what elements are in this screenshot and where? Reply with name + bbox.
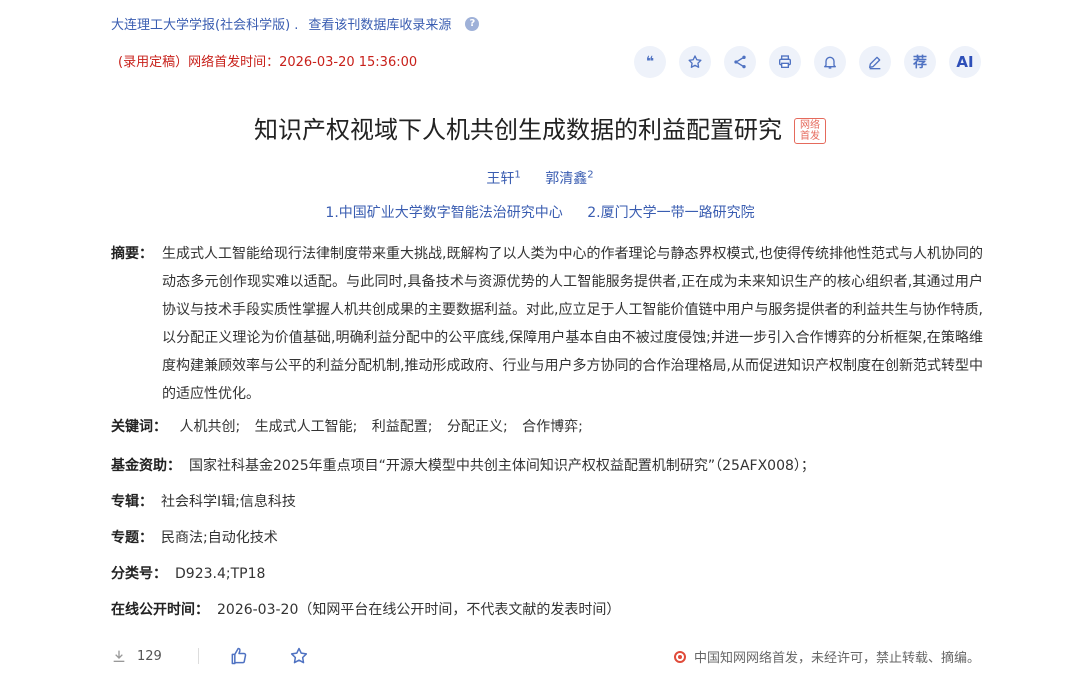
keyword-link[interactable]: 合作博弈; xyxy=(522,419,583,435)
favorite-button[interactable] xyxy=(679,46,711,78)
quote-icon: ❝ xyxy=(645,54,655,70)
abstract-section: 摘要： 生成式人工智能给现行法律制度带来重大挑战,既解构了以人类为中心的作者理论… xyxy=(111,240,983,408)
target-icon xyxy=(674,650,686,663)
series-row: 专辑： 社会科学Ⅰ辑;信息科技 xyxy=(111,491,296,511)
fund-row: 基金资助： 国家社科基金2025年重点项目“开源大模型中共创主体间知识产权权益配置… xyxy=(111,455,815,475)
series-value: 社会科学Ⅰ辑;信息科技 xyxy=(161,494,296,510)
fund-value[interactable]: 国家社科基金2025年重点项目“开源大模型中共创主体间知识产权权益配置机制研究”… xyxy=(189,458,815,474)
footer-divider xyxy=(197,648,199,664)
keyword-link[interactable]: 生成式人工智能; xyxy=(255,419,358,435)
abstract-label: 摘要： xyxy=(111,246,153,262)
pen-icon xyxy=(869,56,881,70)
article-toolbar: ❝ 荐 AI xyxy=(634,46,981,78)
online-time-row: 在线公开时间： 2026-03-20（知网平台在线公开时间，不代表文献的发表时间） xyxy=(111,599,620,619)
copyright-notice: 中国知网网络首发，未经许可，禁止转载、摘编。 xyxy=(674,647,980,666)
abstract-text: 生成式人工智能给现行法律制度带来重大挑战,既解构了以人类为中心的作者理论与静态界… xyxy=(162,246,983,402)
bell-icon xyxy=(824,56,836,69)
classification-value: D923.4;TP18 xyxy=(175,566,266,582)
affiliation-item[interactable]: 1.中国矿业大学数字智能法治研究中心 xyxy=(325,205,562,221)
author-name: 郭清鑫 xyxy=(545,171,588,187)
topic-label: 专题： xyxy=(111,530,153,546)
affiliation-item[interactable]: 2.厦门大学一带一路研究院 xyxy=(587,205,754,221)
fund-label: 基金资助： xyxy=(111,458,181,474)
ai-button[interactable]: AI xyxy=(949,46,981,78)
print-icon xyxy=(779,55,791,68)
thumbs-up-icon[interactable] xyxy=(229,646,249,666)
print-button[interactable] xyxy=(769,46,801,78)
copyright-notice-text: 中国知网网络首发，未经许可，禁止转载、摘编。 xyxy=(694,651,981,666)
classification-label: 分类号： xyxy=(111,566,167,582)
journal-source-line: 大连理工大学学报(社会科学版) . 查看该刊数据库收录来源 ? xyxy=(111,14,480,33)
topic-value: 民商法;自动化技术 xyxy=(161,530,278,546)
favorite-star-icon[interactable] xyxy=(289,646,309,666)
keyword-link[interactable]: 分配正义; xyxy=(447,419,508,435)
author-list: 王轩1 郭清鑫2 xyxy=(0,168,1080,188)
article-title: 知识产权视域下人机共创生成数据的利益配置研究 xyxy=(254,116,782,144)
download-count: 129 xyxy=(137,648,162,664)
online-time-label: 在线公开时间： xyxy=(111,602,209,618)
author-item[interactable]: 王轩1 xyxy=(486,169,521,187)
journal-link[interactable]: 大连理工大学学报(社会科学版) . xyxy=(111,14,298,33)
classification-row: 分类号： D923.4;TP18 xyxy=(111,563,265,583)
online-first-badge: 网络首发 xyxy=(794,118,826,144)
article-title-block: 知识产权视域下人机共创生成数据的利益配置研究 网络首发 xyxy=(0,110,1080,145)
author-affiliation-marker: 2 xyxy=(587,169,594,181)
keyword-link[interactable]: 人机共创; xyxy=(179,419,240,435)
keywords-row: 关键词： 人机共创; 生成式人工智能; 利益配置; 分配正义; 合作博弈; xyxy=(111,416,593,436)
online-time-value: 2026-03-20（知网平台在线公开时间，不代表文献的发表时间） xyxy=(217,602,621,618)
share-button[interactable] xyxy=(724,46,756,78)
recommend-button[interactable]: 荐 xyxy=(904,46,936,78)
note-button[interactable] xyxy=(859,46,891,78)
star-icon xyxy=(688,55,702,68)
quote-button[interactable]: ❝ xyxy=(634,46,666,78)
affiliation-list: 1.中国矿业大学数字智能法治研究中心 2.厦门大学一带一路研究院 xyxy=(0,202,1080,222)
database-source-link[interactable]: 查看该刊数据库收录来源 xyxy=(308,14,451,33)
keywords-label: 关键词： xyxy=(111,419,167,435)
help-icon[interactable]: ? xyxy=(465,16,480,31)
author-item[interactable]: 郭清鑫2 xyxy=(545,169,594,187)
keyword-link[interactable]: 利益配置; xyxy=(372,419,433,435)
author-name: 王轩 xyxy=(486,171,515,187)
publish-status: (录用定稿）网络首发时间：2026-03-20 15:36:00 xyxy=(118,55,418,70)
author-affiliation-marker: 1 xyxy=(514,169,521,181)
topic-row: 专题： 民商法;自动化技术 xyxy=(111,527,278,547)
download-icon[interactable] xyxy=(111,648,127,664)
share-icon xyxy=(734,55,746,69)
series-label: 专辑： xyxy=(111,494,153,510)
notify-button[interactable] xyxy=(814,46,846,78)
article-footer: 129 xyxy=(111,646,309,666)
